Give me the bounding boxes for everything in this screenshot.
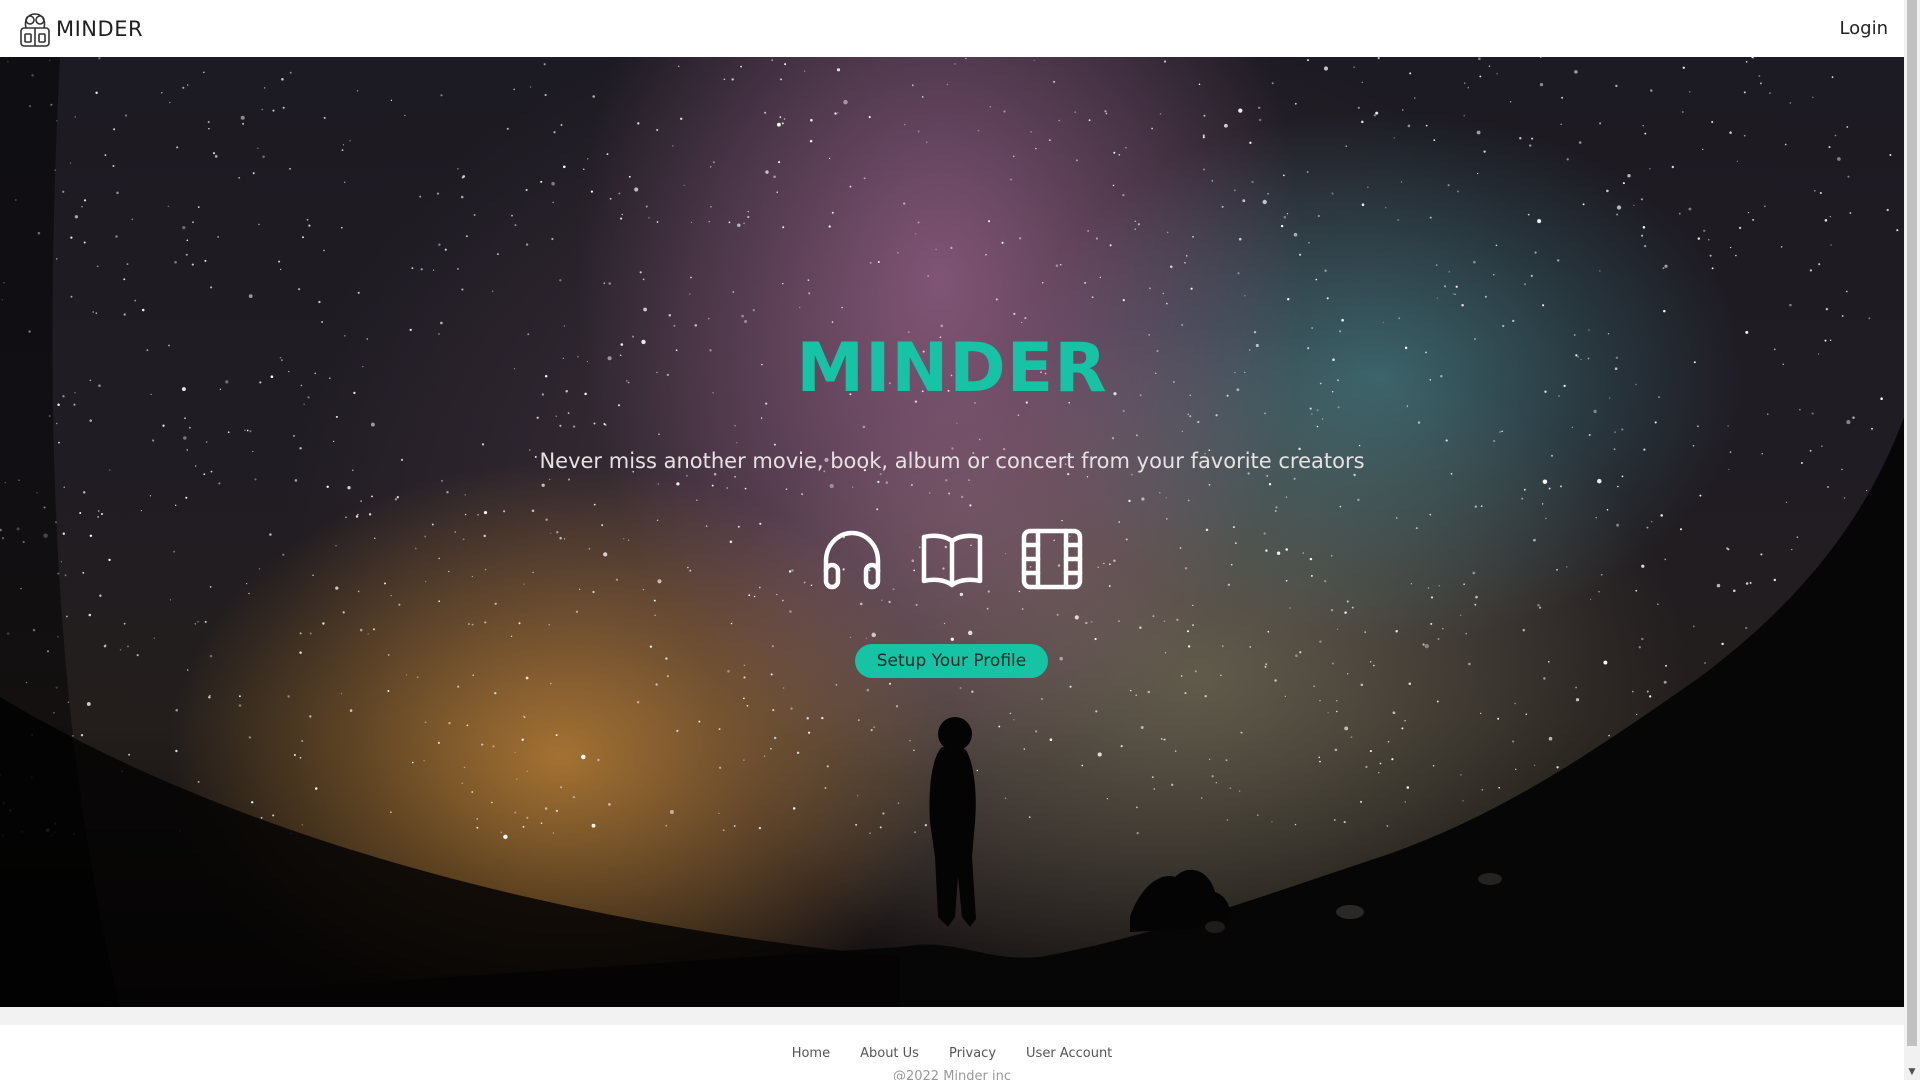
headphones-icon bbox=[820, 527, 884, 591]
setup-profile-button[interactable]: Setup Your Profile bbox=[855, 644, 1048, 678]
footer-link-user-account[interactable]: User Account bbox=[1026, 1046, 1112, 1061]
footer-link-about-us[interactable]: About Us bbox=[860, 1046, 919, 1061]
login-link[interactable]: Login bbox=[1839, 18, 1888, 39]
vertical-scrollbar[interactable]: ▼ bbox=[1904, 0, 1920, 1080]
hero-section: MINDER Never miss another movie, book, a… bbox=[0, 57, 1904, 1007]
film-strip-icon bbox=[1020, 527, 1084, 591]
navbar: MINDER Login bbox=[0, 0, 1904, 57]
brand-link[interactable]: MINDER bbox=[18, 10, 143, 48]
page: MINDER Login MINDER Never miss another m… bbox=[0, 0, 1904, 1080]
scroll-down-arrow-icon[interactable]: ▼ bbox=[1904, 1064, 1920, 1080]
footer-link-home[interactable]: Home bbox=[792, 1046, 830, 1061]
footer: Home About Us Privacy User Account @2022… bbox=[0, 1025, 1904, 1080]
footer-divider-band bbox=[0, 1007, 1904, 1025]
hero-title: MINDER bbox=[796, 329, 1108, 408]
minder-logo-icon bbox=[20, 12, 50, 47]
person-silhouette bbox=[929, 717, 976, 927]
brand-name: MINDER bbox=[56, 16, 144, 41]
footer-links: Home About Us Privacy User Account bbox=[0, 1046, 1904, 1061]
hero-tagline: Never miss another movie, book, album or… bbox=[539, 449, 1365, 473]
scrollbar-thumb[interactable] bbox=[1907, 0, 1917, 1046]
open-book-icon bbox=[920, 527, 984, 591]
copyright-text: @2022 Minder inc bbox=[892, 1069, 1011, 1080]
footer-link-privacy[interactable]: Privacy bbox=[949, 1046, 996, 1061]
media-icons-row bbox=[0, 527, 1904, 591]
